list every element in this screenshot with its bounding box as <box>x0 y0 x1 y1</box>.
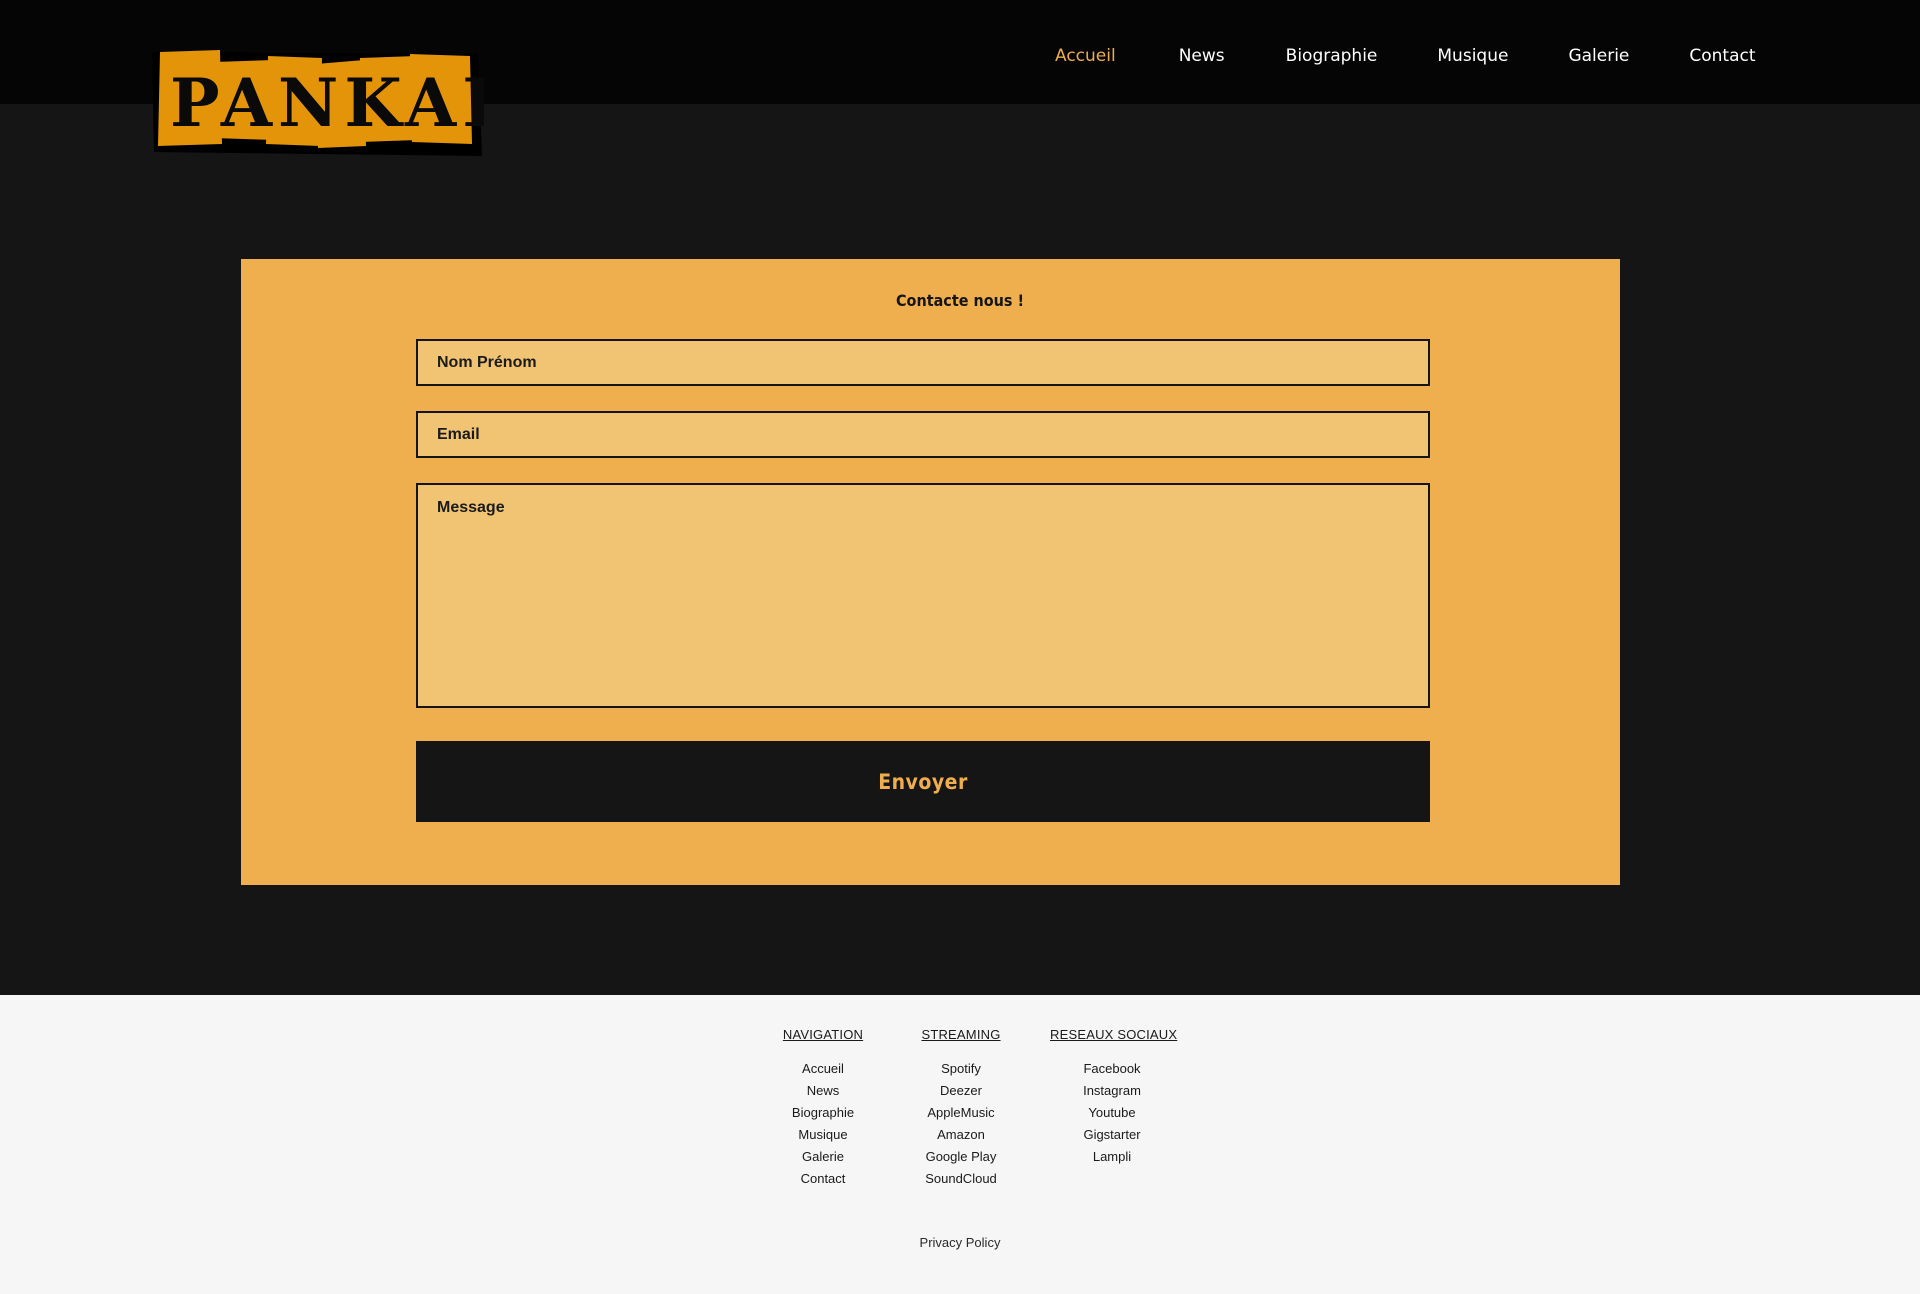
send-button[interactable]: Envoyer <box>416 741 1430 822</box>
email-field[interactable] <box>416 411 1430 458</box>
message-field[interactable] <box>416 483 1430 708</box>
footer-link-facebook[interactable]: Facebook <box>1050 1058 1174 1080</box>
nav-item-musique[interactable]: Musique <box>1437 46 1508 66</box>
name-field[interactable] <box>416 339 1430 386</box>
footer-navigation-heading: NAVIGATION <box>782 1027 864 1042</box>
footer-streaming-column: STREAMING Spotify Deezer AppleMusic Amaz… <box>902 1027 1020 1190</box>
nav-item-accueil[interactable]: Accueil <box>1055 46 1116 66</box>
footer-social-column: RESEAUX SOCIAUX Facebook Instagram Youtu… <box>1050 1027 1178 1168</box>
footer-link-biographie[interactable]: Biographie <box>763 1102 883 1124</box>
svg-text:PANKART: PANKART <box>170 64 484 142</box>
footer-link-news[interactable]: News <box>763 1080 883 1102</box>
footer-link-google-play[interactable]: Google Play <box>902 1146 1020 1168</box>
footer-link-amazon[interactable]: Amazon <box>902 1124 1020 1146</box>
footer-streaming-heading: STREAMING <box>921 1027 1001 1042</box>
pankart-logo[interactable]: PANKART <box>150 48 484 158</box>
contact-form-title: Contacte nous ! <box>895 291 1024 310</box>
footer-link-lampli[interactable]: Lampli <box>1050 1146 1174 1168</box>
footer-link-youtube[interactable]: Youtube <box>1050 1102 1174 1124</box>
nav-item-news[interactable]: News <box>1179 46 1225 66</box>
footer-link-spotify[interactable]: Spotify <box>902 1058 1020 1080</box>
nav-item-biographie[interactable]: Biographie <box>1286 46 1378 66</box>
nav-item-galerie[interactable]: Galerie <box>1568 46 1629 66</box>
nav-item-contact[interactable]: Contact <box>1689 46 1755 66</box>
privacy-policy-link[interactable]: Privacy Policy <box>0 1235 1920 1250</box>
footer-link-soundcloud[interactable]: SoundCloud <box>902 1168 1020 1190</box>
footer-link-gigstarter[interactable]: Gigstarter <box>1050 1124 1174 1146</box>
footer-navigation-column: NAVIGATION Accueil News Biographie Musiq… <box>763 1027 883 1190</box>
footer-link-applemusic[interactable]: AppleMusic <box>902 1102 1020 1124</box>
main-nav: Accueil News Biographie Musique Galerie … <box>1030 44 1756 68</box>
footer-link-deezer[interactable]: Deezer <box>902 1080 1020 1102</box>
site-footer: NAVIGATION Accueil News Biographie Musiq… <box>0 995 1920 1294</box>
footer-link-instagram[interactable]: Instagram <box>1050 1080 1174 1102</box>
footer-social-heading: RESEAUX SOCIAUX <box>1050 1027 1178 1042</box>
footer-link-contact[interactable]: Contact <box>763 1168 883 1190</box>
footer-link-accueil[interactable]: Accueil <box>763 1058 883 1080</box>
footer-link-galerie[interactable]: Galerie <box>763 1146 883 1168</box>
footer-link-musique[interactable]: Musique <box>763 1124 883 1146</box>
